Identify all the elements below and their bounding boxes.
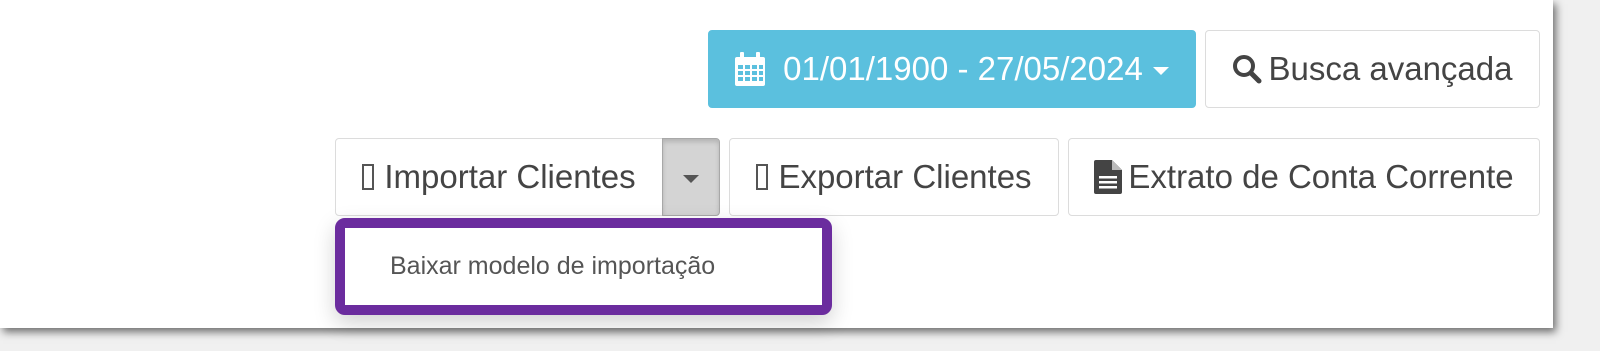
import-dropdown-toggle[interactable] xyxy=(662,138,720,216)
advanced-search-button[interactable]: Busca avançada xyxy=(1205,30,1540,108)
account-statement-label: Extrato de Conta Corrente xyxy=(1128,158,1514,195)
missing-glyph-icon xyxy=(756,164,769,190)
file-text-icon xyxy=(1094,160,1123,194)
export-clients-button[interactable]: Exportar Clientes xyxy=(729,138,1059,216)
content-panel: 01/01/1900 - 27/05/2024 Busca avançada I… xyxy=(0,0,1553,328)
export-clients-label: Exportar Clientes xyxy=(778,158,1032,195)
search-icon xyxy=(1232,54,1262,84)
advanced-search-label: Busca avançada xyxy=(1268,50,1513,87)
missing-glyph-icon xyxy=(362,164,375,190)
date-range-label: 01/01/1900 - 27/05/2024 xyxy=(783,50,1143,87)
import-clients-button[interactable]: Importar Clientes xyxy=(335,138,663,216)
caret-down-icon xyxy=(683,175,699,183)
calendar-icon xyxy=(735,52,766,86)
import-dropdown-menu: Baixar modelo de importação xyxy=(335,218,832,315)
download-template-menu-item[interactable]: Baixar modelo de importação xyxy=(345,252,715,281)
date-range-button[interactable]: 01/01/1900 - 27/05/2024 xyxy=(708,30,1196,108)
account-statement-button[interactable]: Extrato de Conta Corrente xyxy=(1068,138,1540,216)
import-clients-label: Importar Clientes xyxy=(384,158,636,195)
caret-down-icon xyxy=(1152,67,1169,75)
